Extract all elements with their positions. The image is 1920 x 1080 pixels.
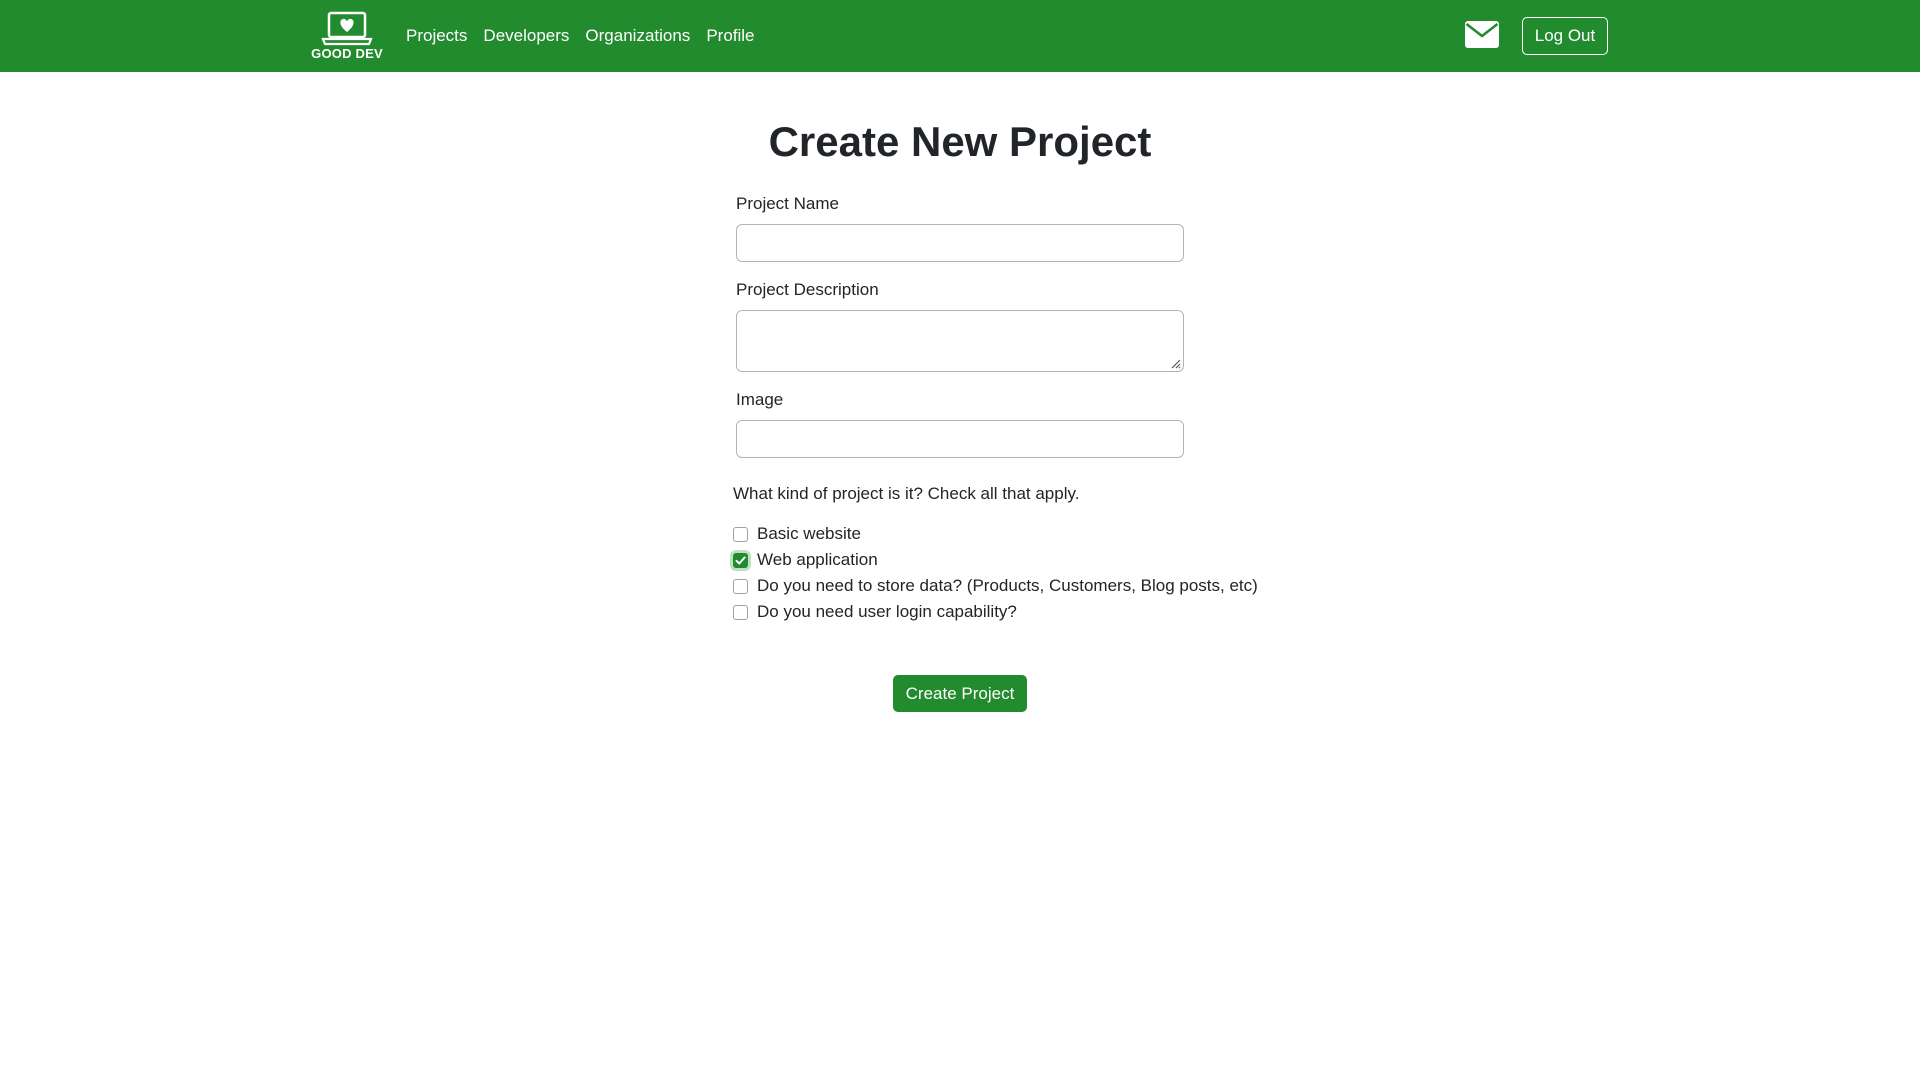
checkbox-label: Web application bbox=[757, 550, 878, 569]
checkbox-box[interactable] bbox=[733, 526, 748, 542]
checkbox-label: Basic website bbox=[757, 524, 861, 543]
nav-link-projects[interactable]: Projects bbox=[398, 26, 475, 46]
checkmark-icon bbox=[735, 556, 746, 564]
checkbox-basic-website[interactable]: Basic website bbox=[733, 523, 861, 545]
nav-link-organizations[interactable]: Organizations bbox=[577, 26, 698, 46]
brand-logo[interactable]: GOOD DEV bbox=[311, 10, 383, 62]
checkbox-label: Do you need user login capability? bbox=[757, 602, 1017, 621]
logout-button[interactable]: Log Out bbox=[1522, 17, 1608, 55]
checkbox-user-login[interactable]: Do you need user login capability? bbox=[733, 601, 1017, 623]
create-project-button[interactable]: Create Project bbox=[893, 675, 1027, 712]
brand-text: GOOD DEV bbox=[311, 46, 383, 61]
top-navbar: GOOD DEV Projects Developers Organizatio… bbox=[0, 0, 1920, 72]
checkbox-box[interactable] bbox=[733, 604, 748, 620]
project-description-textarea[interactable] bbox=[736, 310, 1184, 372]
envelope-icon[interactable] bbox=[1465, 21, 1499, 48]
laptop-heart-icon bbox=[321, 11, 373, 46]
page-title: Create New Project bbox=[768, 118, 1152, 165]
checkbox-box-checked[interactable] bbox=[733, 552, 748, 568]
image-input[interactable] bbox=[736, 420, 1184, 458]
checkbox-box[interactable] bbox=[733, 578, 748, 594]
project-name-label: Project Name bbox=[736, 194, 839, 213]
checkbox-web-application[interactable]: Web application bbox=[733, 549, 878, 571]
project-description-label: Project Description bbox=[736, 280, 879, 299]
project-type-question: What kind of project is it? Check all th… bbox=[733, 484, 1080, 503]
nav-link-profile[interactable]: Profile bbox=[698, 26, 762, 46]
checkbox-store-data[interactable]: Do you need to store data? (Products, Cu… bbox=[733, 575, 1258, 597]
checkbox-label: Do you need to store data? (Products, Cu… bbox=[757, 576, 1258, 595]
resize-handle-icon[interactable] bbox=[1169, 357, 1181, 369]
image-label: Image bbox=[736, 390, 784, 409]
nav-links: Projects Developers Organizations Profil… bbox=[398, 0, 763, 72]
project-name-input[interactable] bbox=[736, 224, 1184, 262]
nav-link-developers[interactable]: Developers bbox=[475, 26, 577, 46]
